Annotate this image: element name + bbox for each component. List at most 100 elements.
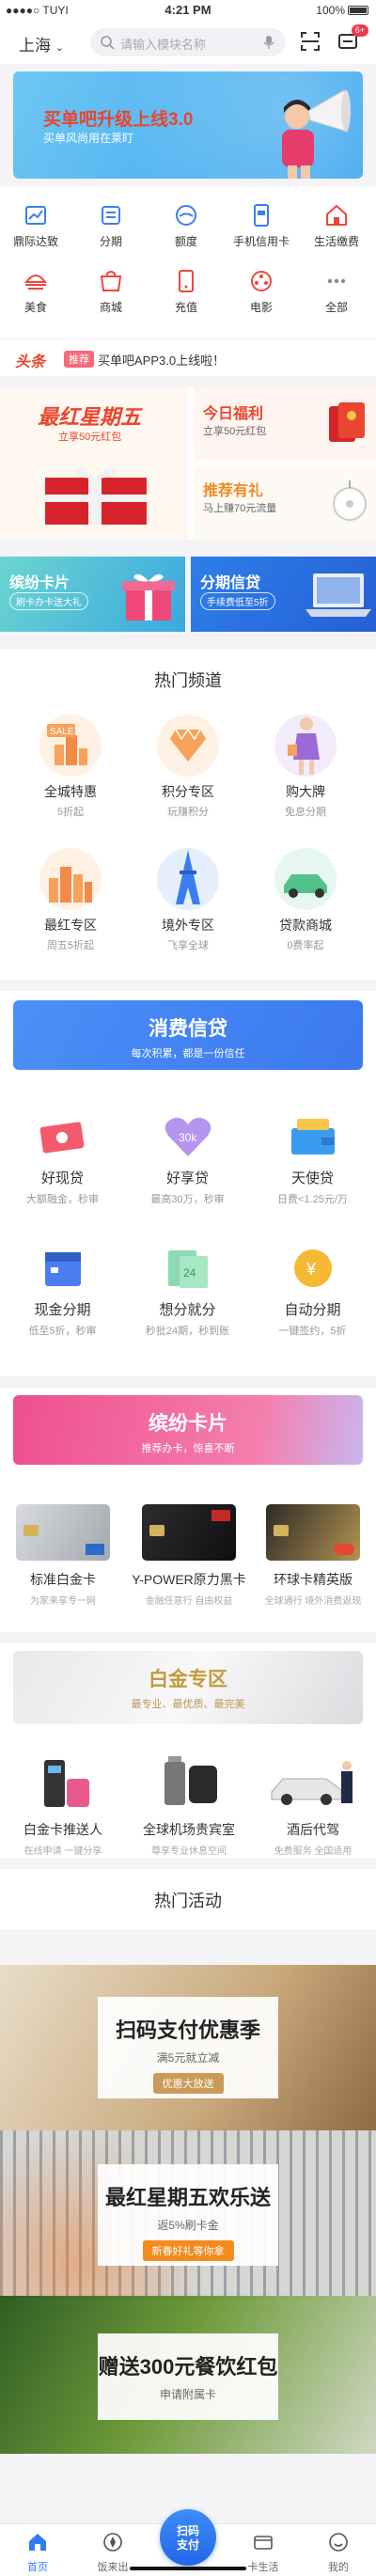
- hot-item-0[interactable]: SALE 全城特惠 5折起: [19, 715, 122, 819]
- search-box[interactable]: 请输入模块名称: [90, 28, 286, 56]
- promo-friday-sub: 立享50元红包: [58, 432, 122, 443]
- card-banner-installment[interactable]: 分期信贷 手续费低至5折: [191, 557, 376, 632]
- category-item-9[interactable]: 全部: [306, 269, 368, 315]
- scan-icon[interactable]: [299, 30, 321, 53]
- category-item-2[interactable]: 额度: [155, 203, 217, 249]
- activity-card: 最红星期五欢乐送 返5%刷卡金 新春好礼等你拿: [98, 2164, 278, 2266]
- hot-item-3[interactable]: 最红专区 周五5折起: [19, 848, 122, 952]
- loan-item-name: 现金分期: [34, 1302, 91, 1318]
- hot-title: 热门频道: [154, 671, 222, 690]
- loan-item-0[interactable]: 好现贷 大额融金，秒审: [0, 1115, 125, 1206]
- yuan-coin-icon: ¥: [288, 1247, 338, 1290]
- category-item-3[interactable]: 手机信用卡: [230, 203, 292, 249]
- promo-welfare[interactable]: 今日福利 立享50元红包: [194, 387, 376, 461]
- hot-item-2[interactable]: 购大牌 免息分期: [254, 715, 357, 819]
- activity-title: 热门活动: [154, 1892, 222, 1910]
- house-icon: [326, 204, 347, 226]
- promo-welfare-sub: 立享50元红包: [203, 426, 267, 437]
- promo-friday[interactable]: 最红星期五 立享50元红包: [0, 387, 188, 540]
- category-label: 生活缴费: [313, 235, 359, 248]
- svg-text:30k: 30k: [179, 1131, 197, 1144]
- cards-banner-sub: 推荐办卡，惊喜不断: [141, 1443, 235, 1454]
- search-input[interactable]: 请输入模块名称: [120, 35, 206, 53]
- loan-item-4[interactable]: 24 想分就分 秒批24期，秒到账: [125, 1247, 250, 1338]
- category-label: 电影: [249, 301, 273, 314]
- hot-item-desc: 5折起: [56, 807, 85, 818]
- microphone-icon[interactable]: [263, 35, 274, 50]
- loan-item-5[interactable]: ¥ 自动分期 一键签约，5折: [250, 1247, 375, 1338]
- category-item-8[interactable]: 电影: [230, 269, 292, 315]
- battery-percent: 100%: [316, 4, 345, 17]
- gift-box-icon: [45, 467, 147, 525]
- lounge-image: [142, 1754, 236, 1811]
- loan-item-name: 好享贷: [165, 1170, 209, 1186]
- megaphone-girl-illustration: [282, 89, 351, 179]
- category-item-0[interactable]: 鼎际达致: [5, 203, 67, 249]
- banner-subtitle: 买单风尚用在莱盯: [43, 132, 134, 145]
- loan-item-desc: 低至5折，秒审: [28, 1326, 97, 1337]
- platinum-item-2[interactable]: 酒后代驾 免费服务 全国适用: [252, 1754, 374, 1857]
- tab-profile[interactable]: 我的: [301, 2532, 376, 2574]
- news-ticker[interactable]: 头条 推荐 买单吧APP3.0上线啦！: [0, 338, 376, 376]
- category-label: 分期: [99, 235, 122, 248]
- news-head: 头条: [15, 354, 46, 370]
- platinum-item-desc: 免费服务 全国适用: [274, 1846, 352, 1857]
- loan-item-name: 天使贷: [290, 1170, 334, 1186]
- city-selector[interactable]: 上海 ⌄: [19, 32, 64, 55]
- battery-status: 100%: [316, 4, 368, 17]
- sale-icon: SALE: [39, 715, 102, 777]
- credit-card-2[interactable]: 环球卡精英版 全球通行 境外消费返现: [252, 1504, 374, 1607]
- category-item-5[interactable]: 美食: [5, 269, 67, 315]
- cards-banner[interactable]: 缤纷卡片 推荐办卡，惊喜不断: [13, 1395, 363, 1465]
- card-banner-cards[interactable]: 缤纷卡片 刷卡办卡送大礼: [0, 557, 185, 632]
- scan-pay-label: 扫码 支付: [176, 2524, 199, 2552]
- points-icon: [157, 715, 219, 777]
- category-item-6[interactable]: 商城: [80, 269, 142, 315]
- calendar-icon: [38, 1247, 88, 1290]
- category-item-1[interactable]: 分期: [80, 203, 142, 249]
- loan-banner[interactable]: 消费信贷 每次积累，都是一份信任: [13, 1000, 363, 1070]
- platinum-banner[interactable]: 白金专区 最专业、最优质、最完美: [13, 1651, 363, 1724]
- eiffel-tower-icon: [157, 848, 219, 910]
- laptop-icon: [306, 573, 371, 617]
- hot-item-4[interactable]: 境外专区 飞享全球: [136, 848, 240, 952]
- svg-text:SALE: SALE: [50, 727, 74, 737]
- category-label: 额度: [174, 235, 197, 248]
- recharge-icon: [179, 270, 194, 292]
- tab-scan-pay[interactable]: 扫码 支付: [160, 2509, 216, 2566]
- status-bar: ●●●●○ TUYI 4:21 PM 100%: [0, 0, 376, 21]
- car-icon: [274, 848, 337, 910]
- global-card-image: [266, 1504, 360, 1561]
- platinum-item-1[interactable]: 全球机场贵宾室 尊享专业休息空间: [128, 1754, 250, 1857]
- card-banner-title: 分期信贷: [200, 575, 261, 591]
- svg-text:24: 24: [183, 1266, 196, 1280]
- activity-sub: 满5元就立减: [156, 2051, 220, 2065]
- category-item-4[interactable]: 生活缴费: [306, 203, 368, 249]
- activity-0[interactable]: 扫码支付优惠季 满5元就立减 优惠大放送: [0, 1965, 376, 2130]
- activity-2[interactable]: 赠送300元餐饮红包 申请附属卡: [0, 2296, 376, 2454]
- cash-icon: [38, 1115, 88, 1158]
- hot-item-5[interactable]: 贷款商城 0费率起: [254, 848, 357, 952]
- loan-item-3[interactable]: 现金分期 低至5折，秒审: [0, 1247, 125, 1338]
- hot-item-desc: 飞享全球: [167, 940, 209, 951]
- activity-1[interactable]: 最红星期五欢乐送 返5%刷卡金 新春好礼等你拿: [0, 2130, 376, 2296]
- credit-card-1[interactable]: Y-POWER原力黑卡 金融任意行 自由权益: [128, 1504, 250, 1607]
- tab-home[interactable]: 首页: [0, 2532, 75, 2574]
- app-root: { "status": {"carrier": "●●●●○ TUYI", "t…: [0, 0, 376, 2576]
- header: 上海 ⌄ 请输入模块名称 6+: [0, 21, 376, 64]
- platinum-item-0[interactable]: 白金卡推送人 在线申请 一键分享: [2, 1754, 124, 1857]
- svg-text:¥: ¥: [306, 1260, 317, 1279]
- tab-label: 我的: [328, 2562, 349, 2573]
- credit-card-0[interactable]: 标准白金卡 为家来享专一网: [2, 1504, 124, 1607]
- loan-item-2[interactable]: 天使贷 日费<1.25元/万: [250, 1115, 375, 1206]
- message-button[interactable]: 6+: [337, 24, 368, 53]
- hero-banner[interactable]: 买单吧升级上线3.0 买单风尚用在莱盯: [13, 71, 363, 179]
- installment-icon: [102, 206, 120, 225]
- platinum-banner-sub: 最专业、最优质、最完美: [131, 1699, 245, 1710]
- category-item-7[interactable]: 充值: [155, 269, 217, 315]
- compass-icon: [103, 2533, 122, 2552]
- loan-item-1[interactable]: 30k 好享贷 最高30万，秒审: [125, 1115, 250, 1206]
- promo-referral[interactable]: 推荐有礼 马上赚70元流量: [194, 466, 376, 540]
- hot-item-1[interactable]: 积分专区 玩赚积分: [136, 715, 240, 819]
- hot-item-desc: 周五5折起: [46, 940, 95, 951]
